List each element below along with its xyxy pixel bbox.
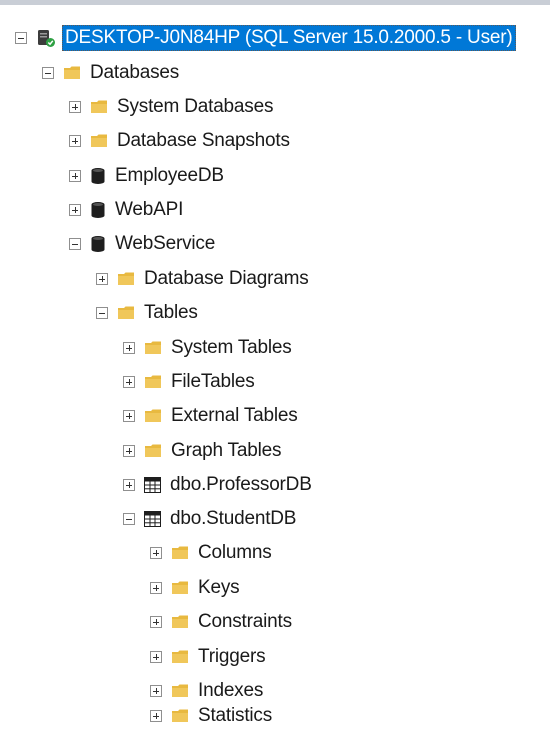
database-icon <box>90 167 106 185</box>
tree-label: DESKTOP-J0N84HP (SQL Server 15.0.2000.5 … <box>62 25 516 51</box>
tree-node-system-tables[interactable]: System Tables <box>123 332 295 364</box>
tree-node-database-diagrams[interactable]: Database Diagrams <box>96 263 312 295</box>
folder-icon <box>144 374 162 390</box>
tree-label: dbo.ProfessorDB <box>170 474 312 495</box>
tree-node-webservice[interactable]: WebService <box>69 228 218 260</box>
tree-node-databases[interactable]: Databases <box>42 57 182 89</box>
tree-label: Databases <box>90 62 180 83</box>
expand-toggle-icon[interactable] <box>69 170 81 182</box>
collapse-toggle-icon[interactable] <box>69 238 81 250</box>
tree-node-statistics[interactable]: Statistics <box>150 700 275 732</box>
folder-icon <box>90 99 108 115</box>
folder-icon <box>171 649 189 665</box>
collapse-toggle-icon[interactable] <box>42 67 54 79</box>
collapse-toggle-icon[interactable] <box>123 513 135 525</box>
folder-icon <box>171 580 189 596</box>
tree-label: dbo.StudentDB <box>170 508 297 529</box>
tree-label: EmployeeDB <box>115 165 224 186</box>
database-icon <box>90 235 106 253</box>
expand-toggle-icon[interactable] <box>123 479 135 491</box>
expand-toggle-icon[interactable] <box>150 685 162 697</box>
tree-label: Graph Tables <box>171 440 282 461</box>
expand-toggle-icon[interactable] <box>150 710 162 722</box>
folder-icon <box>171 708 189 724</box>
tree-node-constraints[interactable]: Constraints <box>150 606 295 638</box>
tree-node-tables[interactable]: Tables <box>96 297 201 329</box>
tree-label: Keys <box>198 577 240 598</box>
expand-toggle-icon[interactable] <box>150 547 162 559</box>
tree-label: Constraints <box>198 611 292 632</box>
tree-node-columns[interactable]: Columns <box>150 537 275 569</box>
expand-toggle-icon[interactable] <box>69 135 81 147</box>
tree-node-system-databases[interactable]: System Databases <box>69 91 276 123</box>
tree-label: Database Diagrams <box>144 268 309 289</box>
object-explorer-tree: DESKTOP-J0N84HP (SQL Server 15.0.2000.5 … <box>0 0 550 734</box>
folder-icon <box>171 614 189 630</box>
tree-node-triggers[interactable]: Triggers <box>150 641 268 673</box>
folder-icon <box>63 65 81 81</box>
folder-icon <box>144 408 162 424</box>
table-icon <box>144 477 161 493</box>
expand-toggle-icon[interactable] <box>150 616 162 628</box>
expand-toggle-icon[interactable] <box>150 651 162 663</box>
folder-icon <box>144 340 162 356</box>
tree-node-database-snapshots[interactable]: Database Snapshots <box>69 125 293 157</box>
tree-label: FileTables <box>171 371 255 392</box>
tree-label: External Tables <box>171 405 298 426</box>
tree-label: Columns <box>198 542 272 563</box>
tree-node-keys[interactable]: Keys <box>150 572 242 604</box>
folder-icon <box>90 133 108 149</box>
tree-node-external-tables[interactable]: External Tables <box>123 400 301 432</box>
collapse-toggle-icon[interactable] <box>96 307 108 319</box>
tree-node-dbo-studentdb[interactable]: dbo.StudentDB <box>123 503 299 535</box>
tree-node-dbo-professordb[interactable]: dbo.ProfessorDB <box>123 469 315 501</box>
tree-node-graph-tables[interactable]: Graph Tables <box>123 435 284 467</box>
tree-label: Triggers <box>198 646 266 667</box>
folder-icon <box>144 443 162 459</box>
expand-toggle-icon[interactable] <box>150 582 162 594</box>
collapse-toggle-icon[interactable] <box>15 32 27 44</box>
tree-label: System Tables <box>171 337 292 358</box>
tree-label: WebService <box>115 233 216 254</box>
tree-node-filetables[interactable]: FileTables <box>123 366 258 398</box>
tree-label: Tables <box>144 302 198 323</box>
tree-label: Statistics <box>198 705 273 726</box>
table-icon <box>144 511 161 527</box>
tree-node-employeedb[interactable]: EmployeeDB <box>69 160 227 192</box>
tree-label: Database Snapshots <box>117 130 290 151</box>
tree-node-server[interactable]: DESKTOP-J0N84HP (SQL Server 15.0.2000.5 … <box>15 22 516 54</box>
expand-toggle-icon[interactable] <box>69 204 81 216</box>
expand-toggle-icon[interactable] <box>123 410 135 422</box>
expand-toggle-icon[interactable] <box>123 376 135 388</box>
tree-node-webapi[interactable]: WebAPI <box>69 194 186 226</box>
tree-label: WebAPI <box>115 199 184 220</box>
folder-icon <box>171 545 189 561</box>
expand-toggle-icon[interactable] <box>123 342 135 354</box>
tree-label: System Databases <box>117 96 274 117</box>
folder-icon <box>171 683 189 699</box>
expand-toggle-icon[interactable] <box>123 445 135 457</box>
database-icon <box>90 201 106 219</box>
folder-icon <box>117 271 135 287</box>
expand-toggle-icon[interactable] <box>69 101 81 113</box>
expand-toggle-icon[interactable] <box>96 273 108 285</box>
folder-icon <box>117 305 135 321</box>
server-connected-icon <box>36 28 56 48</box>
